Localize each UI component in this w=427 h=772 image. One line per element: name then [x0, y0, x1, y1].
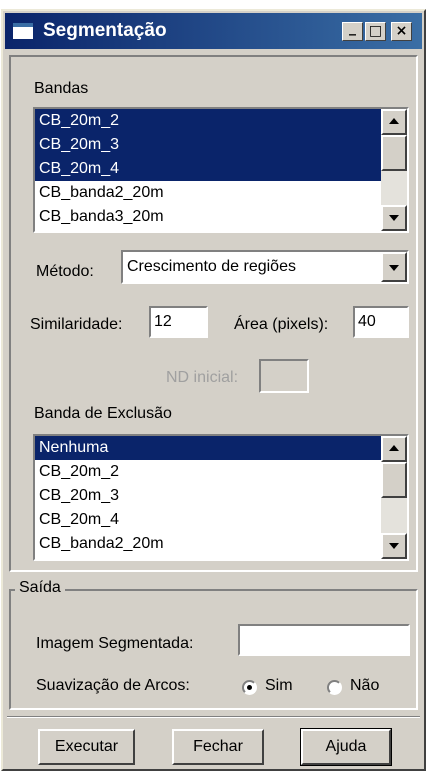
button-separator [7, 716, 420, 718]
smoothing-yes-radio[interactable] [242, 680, 257, 695]
title-bar[interactable]: Segmentação _ □ × [5, 13, 422, 49]
segmentation-window: Segmentação _ □ × Bandas CB_20m_2 CB_20m_… [1, 9, 426, 771]
area-label: Área (pixels): [234, 316, 329, 333]
window-title: Segmentação [43, 20, 167, 41]
list-item[interactable]: CB_banda2_20m [35, 181, 407, 205]
arrow-down-icon [389, 215, 399, 221]
minimize-button[interactable]: _ [342, 20, 363, 41]
list-item[interactable]: CB_20m_2 [35, 460, 407, 484]
similarity-input[interactable]: 12 [149, 306, 208, 338]
scroll-up-button[interactable] [381, 436, 407, 462]
similarity-value: 12 [154, 313, 172, 330]
bands-listbox[interactable]: CB_20m_2 CB_20m_3 CB_20m_4 CB_banda2_20m CB_… [33, 107, 409, 233]
scroll-down-button[interactable] [381, 533, 407, 559]
list-item[interactable]: CB_banda3_20m [35, 205, 407, 229]
nd-initial-input [259, 359, 309, 393]
scroll-up-button[interactable] [381, 109, 407, 135]
bands-label: Bandas [34, 80, 89, 97]
smoothing-no-label[interactable]: Não [350, 677, 379, 695]
arc-smoothing-label: Suavização de Arcos: [36, 677, 190, 694]
area-input[interactable]: 40 [353, 306, 409, 338]
help-button[interactable]: Ajuda [300, 728, 392, 766]
list-item[interactable]: CB_20m_4 [35, 157, 407, 181]
arrow-down-icon [389, 543, 399, 549]
close-button[interactable]: × [391, 22, 412, 41]
maximize-button[interactable]: □ [365, 22, 386, 41]
area-value: 40 [358, 313, 376, 330]
arrow-up-icon [389, 118, 399, 124]
exclusion-band-label: Banda de Exclusão [34, 405, 172, 422]
list-item[interactable]: CB_20m_3 [35, 484, 407, 508]
chevron-down-icon [389, 265, 399, 271]
exclusion-listbox[interactable]: Nenhuma CB_20m_2 CB_20m_3 CB_20m_4 CB_banda2… [33, 434, 409, 561]
method-combobox[interactable]: Crescimento de regiões [121, 250, 409, 284]
list-item[interactable]: CB_20m_2 [35, 109, 407, 133]
list-item[interactable]: CB_20m_4 [35, 508, 407, 532]
segmented-image-label: Imagem Segmentada: [36, 635, 194, 652]
output-group-title: Saída [15, 579, 65, 597]
list-item[interactable]: CB_banda2_20m [35, 532, 407, 556]
method-dropdown-button[interactable] [381, 252, 407, 282]
scroll-down-button[interactable] [381, 205, 407, 231]
list-item[interactable]: Nenhuma [35, 436, 407, 460]
smoothing-yes-label[interactable]: Sim [265, 677, 293, 695]
method-value: Crescimento de regiões [127, 258, 296, 275]
window-icon [13, 23, 33, 39]
minimize-icon: _ [349, 20, 356, 36]
similarity-label: Similaridade: [30, 316, 123, 333]
list-item[interactable]: CB_20m_3 [35, 133, 407, 157]
arrow-up-icon [389, 445, 399, 451]
radio-selected-dot [247, 685, 252, 690]
execute-button[interactable]: Executar [38, 729, 135, 765]
close-dialog-button[interactable]: Fechar [172, 729, 264, 765]
nd-initial-label: ND inicial: [166, 369, 239, 386]
method-label: Método: [36, 263, 94, 280]
close-icon: × [395, 23, 408, 39]
segmented-image-input[interactable] [238, 624, 410, 656]
scroll-thumb[interactable] [381, 462, 407, 498]
scroll-thumb[interactable] [381, 135, 407, 171]
smoothing-no-radio[interactable] [327, 680, 342, 695]
exclusion-scrollbar[interactable] [381, 436, 407, 559]
maximize-icon: □ [368, 23, 383, 39]
bands-scrollbar[interactable] [381, 109, 407, 231]
